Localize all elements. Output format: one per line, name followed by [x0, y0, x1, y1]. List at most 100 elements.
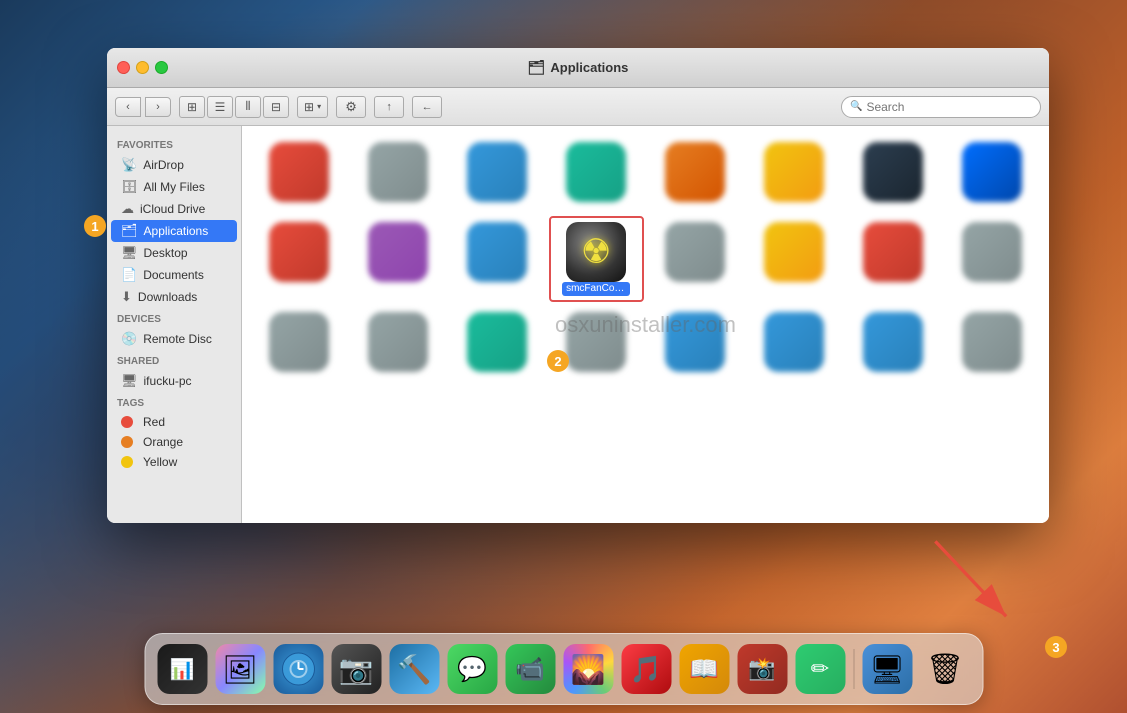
app-item[interactable] — [351, 306, 446, 382]
sidebar-item-tag-yellow[interactable]: Yellow — [111, 452, 237, 472]
sidebar-item-documents[interactable]: 📄 Documents — [111, 264, 237, 286]
share-button[interactable]: ↑ — [374, 96, 404, 118]
cover-flow-button[interactable]: ⊟ — [263, 96, 289, 118]
remote-disc-icon: 💿 — [121, 331, 137, 347]
app-icon — [368, 222, 428, 282]
close-button[interactable] — [117, 61, 130, 74]
app-icon — [764, 222, 824, 282]
dock-item-music[interactable]: 🎵 — [619, 642, 673, 696]
app-item[interactable] — [351, 136, 446, 212]
sidebar-item-tag-red[interactable]: Red — [111, 412, 237, 432]
dock-item-photo-slideshow[interactable]: 🖼 — [213, 642, 267, 696]
app-item[interactable] — [450, 136, 545, 212]
app-item[interactable] — [648, 306, 743, 382]
dock: 📊 🖼 📷 🔨 💬 📹 🌄 🎵 — [144, 633, 983, 705]
back-button[interactable]: ‹ — [115, 97, 141, 117]
quicktime-icon — [273, 644, 323, 694]
column-view-button[interactable]: ⫴ — [235, 96, 261, 118]
search-input[interactable] — [866, 100, 1032, 114]
app-item[interactable] — [845, 136, 940, 212]
favorites-header: Favorites — [107, 134, 241, 154]
dock-item-trash[interactable]: 🗑 — [918, 642, 972, 696]
dock-item-photo-booth[interactable]: 📸 — [735, 642, 789, 696]
app-icon — [368, 142, 428, 202]
sidebar-item-all-my-files[interactable]: 🗄 All My Files — [111, 176, 237, 198]
dock-item-image-capture[interactable]: 📷 — [329, 642, 383, 696]
app-item[interactable] — [549, 136, 644, 212]
app-item[interactable] — [944, 136, 1039, 212]
trash-icon: 🗑 — [920, 644, 970, 694]
app-icon — [665, 142, 725, 202]
app-item[interactable] — [746, 136, 841, 212]
dock-item-photos[interactable]: 🌄 — [561, 642, 615, 696]
content-area[interactable]: osxuninstaller.com — [242, 126, 1049, 523]
smc-icon — [566, 222, 626, 282]
title-icon: 🗂 — [528, 59, 546, 76]
finder-icon: 🖥 — [862, 644, 912, 694]
sidebar-item-downloads[interactable]: ⬇ Downloads — [111, 286, 237, 308]
app-icon — [764, 312, 824, 372]
applications-icon: 🗂 — [121, 223, 138, 239]
app-item[interactable] — [648, 216, 743, 302]
apps-grid: smcFanControl — [242, 126, 1049, 392]
step-badge-3: 3 — [1045, 636, 1067, 658]
sidebar-item-airdrop[interactable]: 📡 AirDrop — [111, 154, 237, 176]
dock-item-xcode[interactable]: 🔨 — [387, 642, 441, 696]
minimize-button[interactable] — [136, 61, 149, 74]
app-icon — [269, 222, 329, 282]
dock-item-facetime[interactable]: 📹 — [503, 642, 557, 696]
icon-view-button[interactable]: ⊞ — [179, 96, 205, 118]
app-item[interactable] — [944, 216, 1039, 302]
app-icon — [665, 312, 725, 372]
app-item[interactable] — [252, 306, 347, 382]
app-icon — [368, 312, 428, 372]
app-item[interactable] — [845, 306, 940, 382]
finder-body: Favorites 📡 AirDrop 🗄 All My Files ☁ iCl… — [107, 126, 1049, 523]
app-item[interactable] — [450, 216, 545, 302]
search-bar[interactable]: 🔍 — [841, 96, 1041, 118]
app-item[interactable] — [746, 306, 841, 382]
sidebar-item-tag-orange[interactable]: Orange — [111, 432, 237, 452]
view-buttons: ⊞ ☰ ⫴ ⊟ — [179, 96, 289, 118]
path-button[interactable]: ← — [412, 96, 442, 118]
image-capture-icon: 📷 — [331, 644, 381, 694]
app-item[interactable] — [648, 136, 743, 212]
list-view-button[interactable]: ☰ — [207, 96, 233, 118]
app-item[interactable] — [845, 216, 940, 302]
dock-item-quicktime[interactable] — [271, 642, 325, 696]
sidebar-item-desktop[interactable]: 🖥 Desktop — [111, 242, 237, 264]
app-item[interactable] — [252, 216, 347, 302]
action-button[interactable]: ⚙ — [336, 96, 366, 118]
app-item[interactable] — [351, 216, 446, 302]
dock-item-messages[interactable]: 💬 — [445, 642, 499, 696]
sidebar-item-icloud[interactable]: ☁ iCloud Drive — [111, 198, 237, 220]
app-icon — [566, 142, 626, 202]
sketchbook-icon: ✏ — [795, 644, 845, 694]
sidebar-item-remote-disc[interactable]: 💿 Remote Disc — [111, 328, 237, 350]
app-icon — [467, 222, 527, 282]
arrange-button[interactable]: ⊞▾ — [297, 96, 328, 118]
dock-item-activity-monitor[interactable]: 📊 — [155, 642, 209, 696]
app-icon — [863, 142, 923, 202]
app-item[interactable] — [252, 136, 347, 212]
app-icon — [269, 142, 329, 202]
dock-item-finder[interactable]: 🖥 — [860, 642, 914, 696]
dock-item-sketchbook[interactable]: ✏ — [793, 642, 847, 696]
activity-monitor-icon: 📊 — [157, 644, 207, 694]
traffic-lights — [117, 61, 168, 74]
shared-header: Shared — [107, 350, 241, 370]
sidebar: Favorites 📡 AirDrop 🗄 All My Files ☁ iCl… — [107, 126, 242, 523]
documents-icon: 📄 — [121, 267, 137, 283]
app-item[interactable] — [944, 306, 1039, 382]
app-item[interactable] — [450, 306, 545, 382]
app-icon — [269, 312, 329, 372]
smc-label: smcFanControl — [562, 282, 630, 296]
app-item[interactable] — [746, 216, 841, 302]
forward-button[interactable]: › — [145, 97, 171, 117]
app-icon — [467, 142, 527, 202]
sidebar-item-ifucku[interactable]: 🖥 ifucku-pc — [111, 370, 237, 392]
app-item-smcfancontrol[interactable]: smcFanControl — [549, 216, 644, 302]
maximize-button[interactable] — [155, 61, 168, 74]
sidebar-item-applications[interactable]: 🗂 Applications — [111, 220, 237, 242]
dock-item-books[interactable]: 📖 — [677, 642, 731, 696]
